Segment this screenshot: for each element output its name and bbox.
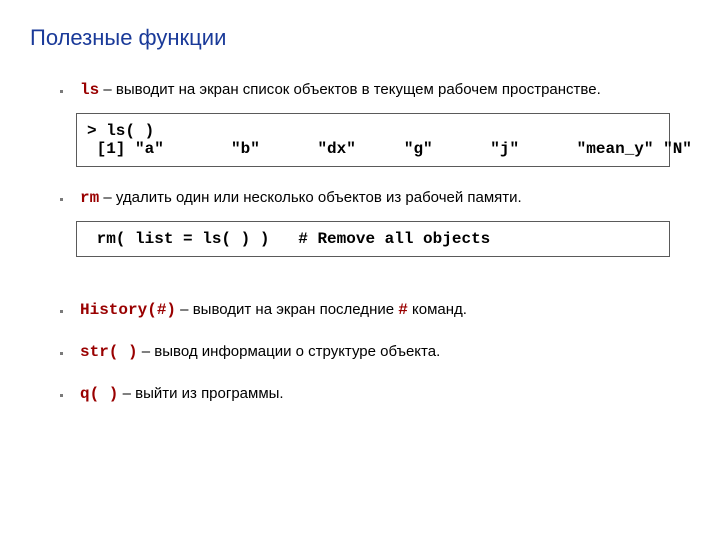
code-rm-l1: rm( list = ls( ) ) # Remove all objects — [87, 230, 490, 248]
item-str: str( ) – вывод информации о структуре об… — [72, 343, 690, 361]
function-list-3: History(#) – выводит на экран последние … — [30, 301, 690, 403]
sep-ls: – — [99, 81, 116, 98]
cmd-str: str( ) — [80, 343, 138, 361]
txt-history-2: команд. — [408, 301, 467, 318]
function-list: ls – выводит на экран список объектов в … — [30, 81, 690, 99]
code-ls: > ls( ) [1] "a" "b" "dx" "g" "j" "mean_y… — [76, 113, 670, 167]
sep-rm: – — [99, 189, 116, 206]
slide-title: Полезные функции — [30, 25, 690, 51]
sep-history: – — [176, 301, 193, 318]
cmd-q: q( ) — [80, 385, 118, 403]
sep-q: – — [118, 385, 135, 402]
txt-rm: удалить один или несколько объектов из р… — [116, 189, 522, 206]
txt-q: выйти из программы. — [135, 385, 284, 402]
code-ls-l1: > ls( ) — [87, 122, 154, 140]
txt-ls: выводит на экран список объектов в текущ… — [116, 81, 601, 98]
item-history: History(#) – выводит на экран последние … — [72, 301, 690, 319]
hash-history: # — [398, 301, 408, 319]
function-list-2: rm – удалить один или несколько объектов… — [30, 189, 690, 207]
txt-str: вывод информации о структуре объекта. — [154, 343, 440, 360]
sep-str: – — [138, 343, 155, 360]
item-ls: ls – выводит на экран список объектов в … — [72, 81, 690, 99]
item-q: q( ) – выйти из программы. — [72, 385, 690, 403]
cmd-ls: ls — [80, 81, 99, 99]
txt-history-1: выводит на экран последние — [193, 301, 399, 318]
cmd-rm: rm — [80, 189, 99, 207]
item-rm: rm – удалить один или несколько объектов… — [72, 189, 690, 207]
cmd-history: History(#) — [80, 301, 176, 319]
code-ls-l2: [1] "a" "b" "dx" "g" "j" "mean_y" "N" — [87, 140, 692, 158]
code-rm: rm( list = ls( ) ) # Remove all objects — [76, 221, 670, 257]
